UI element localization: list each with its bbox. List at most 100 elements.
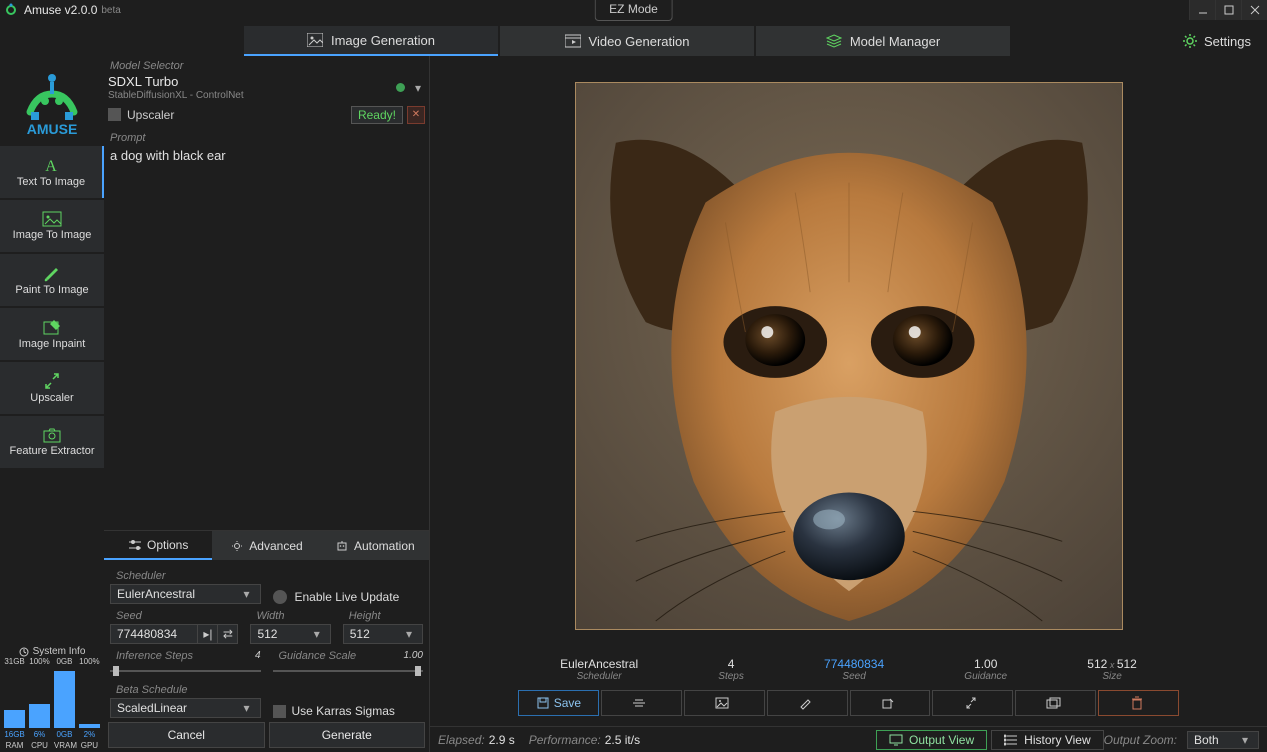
sidebar-label: Text To Image <box>17 176 85 188</box>
expand-icon <box>964 696 978 710</box>
stack-icon <box>826 34 842 48</box>
tab-model-manager[interactable]: Model Manager <box>756 26 1010 56</box>
app-logo-icon <box>4 3 18 17</box>
height-label: Height <box>349 610 423 622</box>
action-brush-button[interactable] <box>767 690 848 716</box>
sidebar-upscaler[interactable]: Upscaler <box>0 362 104 414</box>
seed-label: Seed <box>116 610 238 622</box>
action-expand-button[interactable] <box>932 690 1013 716</box>
image-icon <box>42 211 62 227</box>
generate-button[interactable]: Generate <box>269 722 426 748</box>
elapsed-value: 2.9 s <box>489 733 515 747</box>
save-button[interactable]: Save <box>518 690 599 716</box>
result-steps: 4 <box>718 657 744 671</box>
amuse-logo: AMUSE <box>0 56 104 146</box>
sidebar-paint-to-image[interactable]: Paint To Image <box>0 254 104 306</box>
sidebar-label: Image To Image <box>13 229 92 241</box>
settings-label: Settings <box>1204 34 1251 49</box>
karras-checkbox[interactable] <box>273 705 286 718</box>
subtab-advanced[interactable]: Advanced <box>212 531 320 560</box>
list-icon <box>1004 734 1018 746</box>
seed-input[interactable]: 774480834 ▸|⇄ <box>110 624 238 644</box>
scheduler-select[interactable]: EulerAncestral▾ <box>110 584 261 604</box>
settings-button[interactable]: Settings <box>1172 26 1261 56</box>
save-icon <box>536 696 550 710</box>
sidebar-text-to-image[interactable]: A Text To Image <box>0 146 104 198</box>
trash-icon <box>1131 696 1143 710</box>
action-list-button[interactable] <box>601 690 682 716</box>
lines-icon <box>632 697 646 709</box>
seed-shuffle-icon[interactable]: ⇄ <box>217 625 237 643</box>
system-info-panel: System Info 31GB 100% 0GB 100% 16GB 6% 0… <box>0 644 104 752</box>
output-view-button[interactable]: Output View <box>876 730 987 750</box>
svg-text:A: A <box>45 158 57 174</box>
beta-label: Beta Schedule <box>116 684 261 696</box>
action-edit-button[interactable] <box>850 690 931 716</box>
gear-icon <box>1182 33 1198 49</box>
sidebar-label: Image Inpaint <box>19 338 86 350</box>
tab-model-label: Model Manager <box>850 34 940 49</box>
minimize-button[interactable] <box>1189 0 1215 20</box>
subtab-options[interactable]: Options <box>104 531 212 560</box>
width-select[interactable]: 512▾ <box>250 624 330 644</box>
tab-image-generation[interactable]: Image Generation <box>244 26 498 56</box>
gallery-icon <box>1046 697 1062 709</box>
action-image-button[interactable] <box>684 690 765 716</box>
guidance-label: Guidance Scale <box>279 650 357 662</box>
beta-select[interactable]: ScaledLinear▾ <box>110 698 261 718</box>
result-seed[interactable]: 774480834 <box>824 657 884 671</box>
edit-icon <box>881 696 895 710</box>
model-selector[interactable]: SDXL Turbo StableDiffusionXL - ControlNe… <box>108 74 425 102</box>
result-scheduler: EulerAncestral <box>560 657 638 671</box>
video-icon <box>565 34 581 48</box>
sidebar-image-inpaint[interactable]: Image Inpaint <box>0 308 104 360</box>
cancel-button[interactable]: Cancel <box>108 722 265 748</box>
beta-label: beta <box>101 5 120 16</box>
history-view-button[interactable]: History View <box>991 730 1103 750</box>
text-icon: A <box>41 156 61 174</box>
ez-mode-button[interactable]: EZ Mode <box>594 0 673 21</box>
steps-label: Inference Steps <box>116 650 193 662</box>
action-gallery-button[interactable] <box>1015 690 1096 716</box>
sidebar-image-to-image[interactable]: Image To Image <box>0 200 104 252</box>
prompt-label: Prompt <box>110 132 429 144</box>
steps-slider[interactable] <box>110 664 261 678</box>
upscaler-label: Upscaler <box>127 108 174 122</box>
sliders-icon <box>128 539 142 551</box>
chevron-down-icon[interactable]: ▾ <box>411 81 425 95</box>
width-label: Width <box>256 610 330 622</box>
camera-icon <box>42 427 62 443</box>
delete-button[interactable] <box>1098 690 1179 716</box>
result-guidance: 1.00 <box>964 657 1007 671</box>
guidance-slider[interactable] <box>273 664 424 678</box>
app-title: Amuse v2.0.0 <box>24 3 97 17</box>
perf-label: Performance: <box>529 733 601 747</box>
live-update-toggle[interactable] <box>273 590 287 604</box>
prompt-input[interactable]: a dog with black ear <box>108 146 425 526</box>
subtab-automation[interactable]: Automation <box>321 531 429 560</box>
image-icon <box>307 33 323 47</box>
karras-label: Use Karras Sigmas <box>292 704 395 718</box>
sidebar-label: Feature Extractor <box>10 445 95 457</box>
unload-model-button[interactable]: ✕ <box>407 106 425 124</box>
sidebar-feature-extractor[interactable]: Feature Extractor <box>0 416 104 468</box>
model-selector-label: Model Selector <box>110 60 429 72</box>
model-name: SDXL Turbo <box>108 74 396 90</box>
gear-icon <box>230 540 244 552</box>
seed-skip-icon[interactable]: ▸| <box>197 625 217 643</box>
ready-badge: Ready! <box>351 106 403 124</box>
close-window-button[interactable] <box>1241 0 1267 20</box>
edit-icon <box>42 318 62 336</box>
robot-icon <box>335 540 349 552</box>
height-select[interactable]: 512▾ <box>343 624 423 644</box>
upscaler-checkbox[interactable] <box>108 108 121 121</box>
zoom-label: Output Zoom: <box>1104 733 1177 747</box>
perf-value: 2.5 it/s <box>605 733 640 747</box>
tab-image-label: Image Generation <box>331 33 435 48</box>
tab-video-generation[interactable]: Video Generation <box>500 26 754 56</box>
zoom-select[interactable]: Both▾ <box>1187 731 1259 749</box>
tab-video-label: Video Generation <box>589 34 690 49</box>
elapsed-label: Elapsed: <box>438 733 485 747</box>
image-icon <box>715 697 729 709</box>
maximize-button[interactable] <box>1215 0 1241 20</box>
